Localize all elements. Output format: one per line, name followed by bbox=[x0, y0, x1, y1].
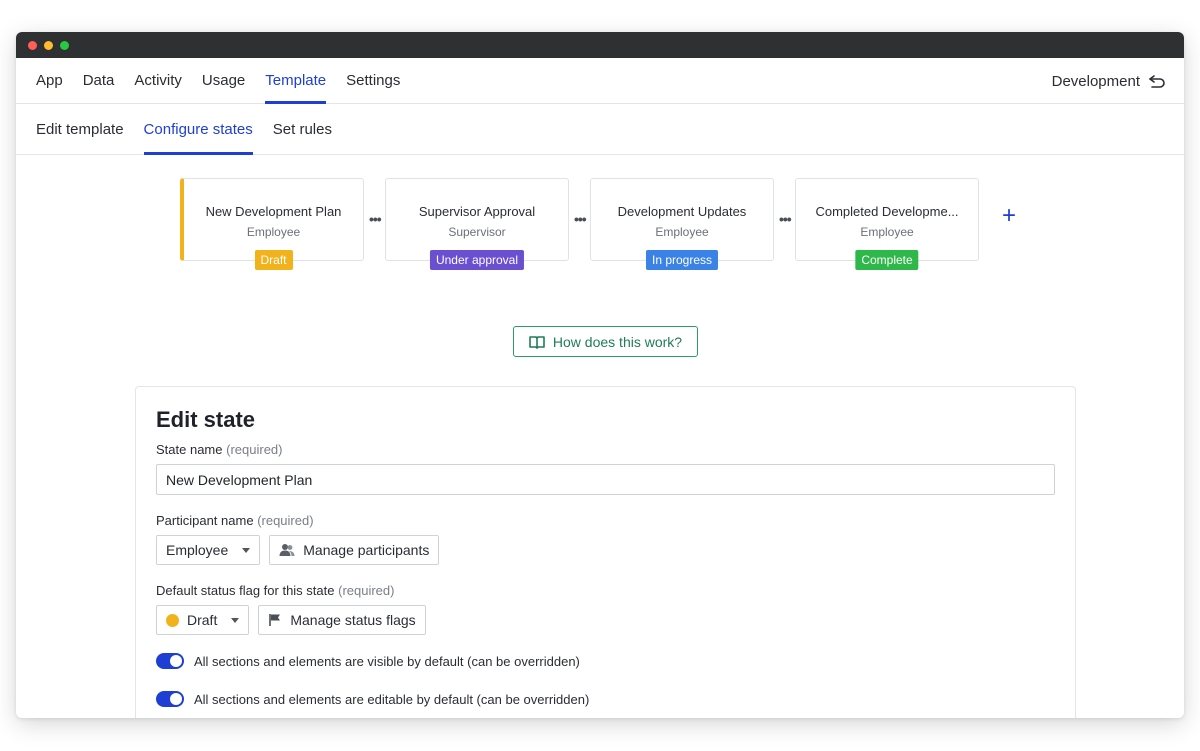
status-badge-complete: Complete bbox=[855, 250, 919, 270]
participant-select[interactable]: Employee bbox=[156, 535, 261, 565]
visible-by-default-row: All sections and elements are visible by… bbox=[156, 653, 1055, 669]
state-participant: Supervisor bbox=[448, 225, 506, 239]
add-state-button[interactable]: + bbox=[1002, 204, 1016, 228]
status-badge-in-progress: In progress bbox=[645, 250, 719, 270]
state-connector-menu[interactable]: ••• bbox=[779, 211, 792, 227]
state-title: Development Updates bbox=[617, 204, 747, 219]
required-hint: (required) bbox=[257, 513, 314, 528]
maximize-window-dot[interactable] bbox=[60, 40, 69, 50]
tab-set-rules[interactable]: Set rules bbox=[273, 104, 332, 154]
panel-heading: Edit state bbox=[156, 407, 256, 432]
status-flag-select[interactable]: Draft bbox=[156, 605, 250, 635]
visible-by-default-toggle[interactable] bbox=[156, 653, 184, 669]
chevron-down-icon bbox=[231, 617, 240, 623]
state-participant: Employee bbox=[860, 225, 914, 239]
status-flag-select-value: Draft bbox=[187, 612, 218, 628]
nav-app[interactable]: App bbox=[36, 58, 63, 103]
top-nav: App Data Activity Usage Template Setting… bbox=[16, 58, 1184, 104]
state-participant: Employee bbox=[246, 225, 301, 239]
chevron-down-icon bbox=[242, 547, 251, 553]
manage-participants-label: Manage participants bbox=[303, 542, 430, 558]
tab-edit-template[interactable]: Edit template bbox=[36, 104, 124, 154]
app-window: App Data Activity Usage Template Setting… bbox=[16, 32, 1184, 718]
state-title: Completed Developme... bbox=[815, 204, 959, 219]
manage-participants-button[interactable]: Manage participants bbox=[269, 535, 440, 565]
window-titlebar bbox=[16, 32, 1184, 58]
field-label-text: Default status flag for this state bbox=[156, 583, 335, 598]
state-connector-menu[interactable]: ••• bbox=[574, 211, 587, 227]
status-flag-row: Draft Manage status flags bbox=[156, 605, 1055, 635]
sub-nav: Edit template Configure states Set rules bbox=[16, 104, 1184, 155]
nav-usage[interactable]: Usage bbox=[202, 58, 245, 103]
required-hint: (required) bbox=[338, 583, 395, 598]
participant-select-value: Employee bbox=[166, 542, 229, 558]
return-arrow-icon bbox=[1149, 75, 1165, 88]
manage-status-flags-label: Manage status flags bbox=[290, 612, 416, 628]
minimize-window-dot[interactable] bbox=[44, 40, 53, 50]
environment-label: Development bbox=[1051, 72, 1140, 90]
state-name-label: State name (required) bbox=[156, 442, 1055, 457]
book-icon bbox=[529, 335, 545, 349]
nav-settings[interactable]: Settings bbox=[346, 58, 400, 103]
edit-state-panel: Edit state State name (required) Partici… bbox=[135, 386, 1076, 718]
participant-name-label: Participant name (required) bbox=[156, 513, 1055, 528]
environment-switcher[interactable]: Development bbox=[1052, 58, 1166, 104]
status-flag-label: Default status flag for this state (requ… bbox=[156, 583, 1055, 598]
nav-activity[interactable]: Activity bbox=[134, 58, 182, 103]
state-participant: Employee bbox=[655, 225, 709, 239]
help-label: How does this work? bbox=[552, 333, 683, 350]
flag-icon bbox=[269, 614, 281, 626]
editable-by-default-toggle[interactable] bbox=[156, 691, 184, 707]
participant-row: Employee Manage participants bbox=[156, 535, 1055, 565]
status-badge-draft: Draft bbox=[254, 250, 293, 270]
state-card-supervisor-approval[interactable]: Supervisor Approval Supervisor Under app… bbox=[385, 178, 569, 270]
close-window-dot[interactable] bbox=[28, 40, 37, 50]
field-label-text: Participant name bbox=[156, 513, 254, 528]
users-icon bbox=[279, 544, 295, 556]
visible-by-default-label: All sections and elements are visible by… bbox=[194, 653, 580, 669]
field-label-text: State name bbox=[156, 442, 223, 457]
required-hint: (required) bbox=[226, 442, 283, 457]
state-card-completed-development[interactable]: Completed Developme... Employee Complete bbox=[795, 178, 979, 270]
status-badge-under-approval: Under approval bbox=[429, 250, 525, 270]
state-card-new-development-plan[interactable]: New Development Plan Employee Draft bbox=[180, 178, 364, 270]
how-does-this-work-button[interactable]: How does this work? bbox=[513, 326, 698, 357]
state-title: Supervisor Approval bbox=[418, 204, 536, 219]
editable-by-default-row: All sections and elements are editable b… bbox=[156, 691, 1055, 707]
state-name-input[interactable] bbox=[156, 464, 1055, 495]
status-color-dot bbox=[166, 613, 179, 627]
nav-data[interactable]: Data bbox=[83, 58, 115, 103]
tab-configure-states[interactable]: Configure states bbox=[143, 104, 254, 155]
editable-by-default-label: All sections and elements are editable b… bbox=[194, 691, 590, 707]
state-card-development-updates[interactable]: Development Updates Employee In progress bbox=[590, 178, 774, 270]
state-connector-menu[interactable]: ••• bbox=[369, 211, 382, 227]
state-title: New Development Plan bbox=[205, 204, 342, 219]
manage-status-flags-button[interactable]: Manage status flags bbox=[258, 605, 426, 635]
nav-template[interactable]: Template bbox=[265, 58, 326, 104]
